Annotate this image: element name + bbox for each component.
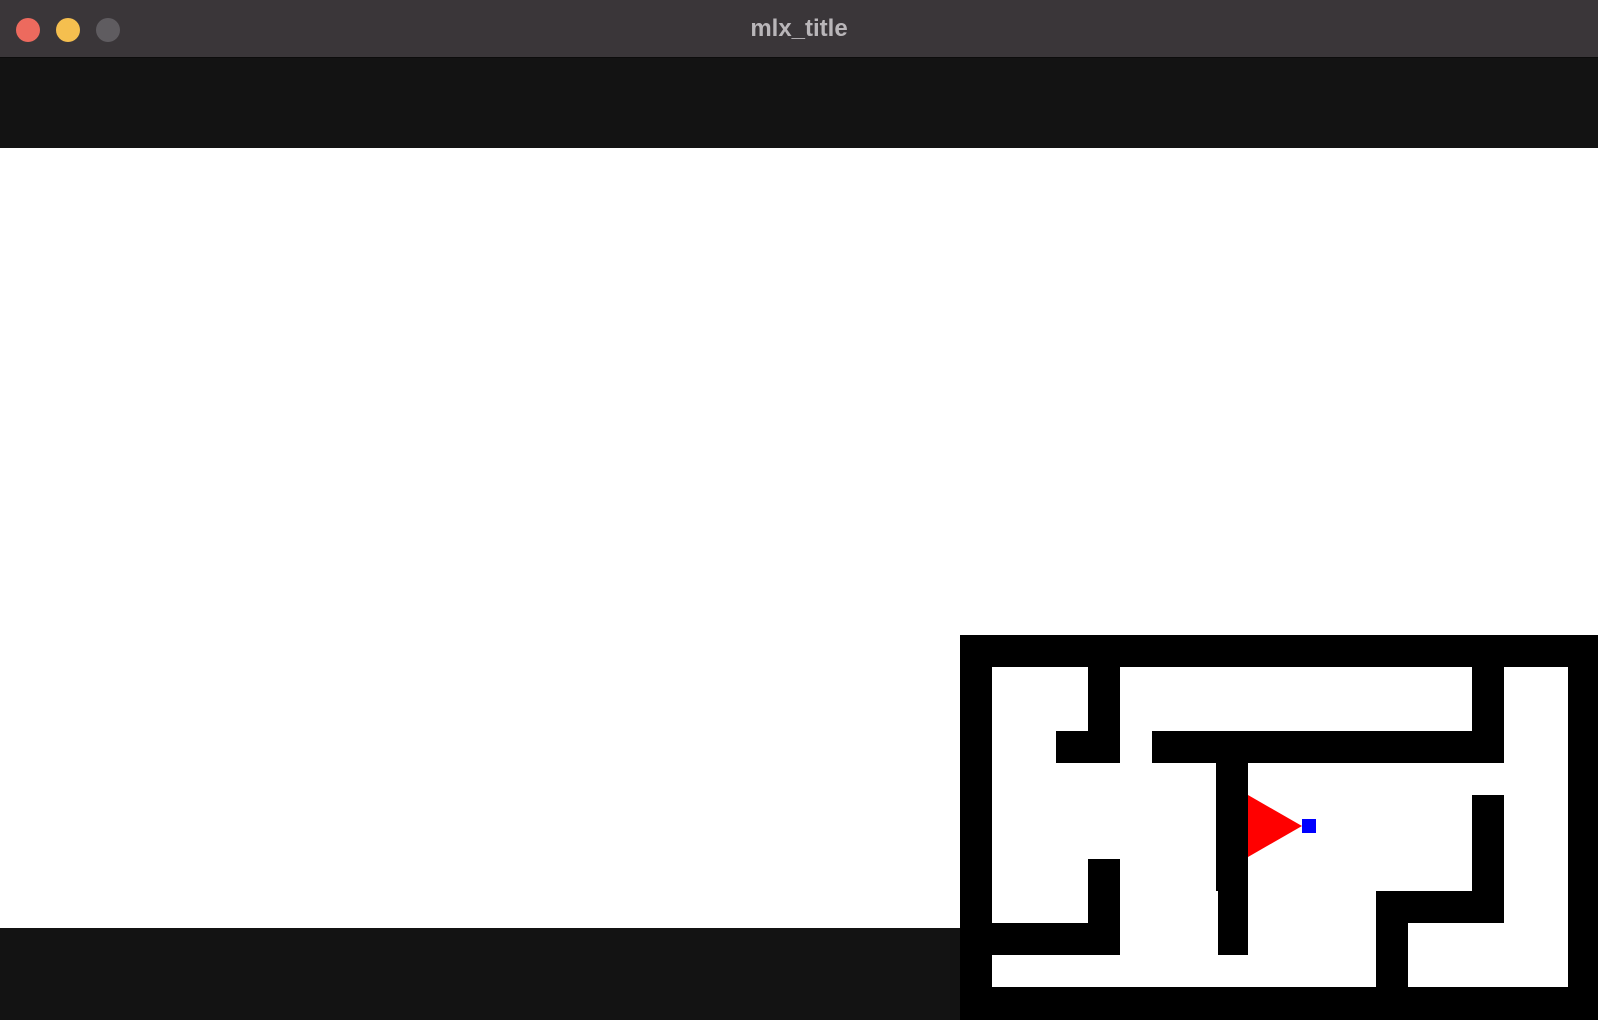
minimap-floor — [992, 859, 1088, 923]
minimap — [960, 635, 1598, 1020]
minimap-floor — [992, 955, 1376, 987]
title-bar[interactable]: mlx_title — [0, 0, 1598, 58]
window-title: mlx_title — [750, 15, 848, 42]
minimap-grid — [960, 635, 1598, 1020]
ceiling-band — [0, 58, 1598, 148]
minimap-floor — [1120, 667, 1472, 731]
minimap-floor — [992, 667, 1088, 731]
direction-marker — [1302, 819, 1316, 833]
minimap-wall — [1056, 731, 1120, 763]
minimap-floor — [1184, 763, 1218, 795]
minimap-wall — [1472, 667, 1504, 763]
mlx-window: mlx_title — [0, 0, 1598, 1020]
minimap-floor — [1408, 923, 1568, 987]
minimap-floor — [1120, 859, 1218, 955]
minimap-wall — [992, 923, 1120, 955]
minimap-wall — [1216, 731, 1248, 891]
game-canvas[interactable] — [0, 58, 1598, 1020]
minimap-wall — [1344, 731, 1376, 763]
minimap-wall — [1376, 891, 1408, 987]
minimap-floor — [1504, 667, 1568, 763]
minimap-wall — [1280, 731, 1312, 763]
